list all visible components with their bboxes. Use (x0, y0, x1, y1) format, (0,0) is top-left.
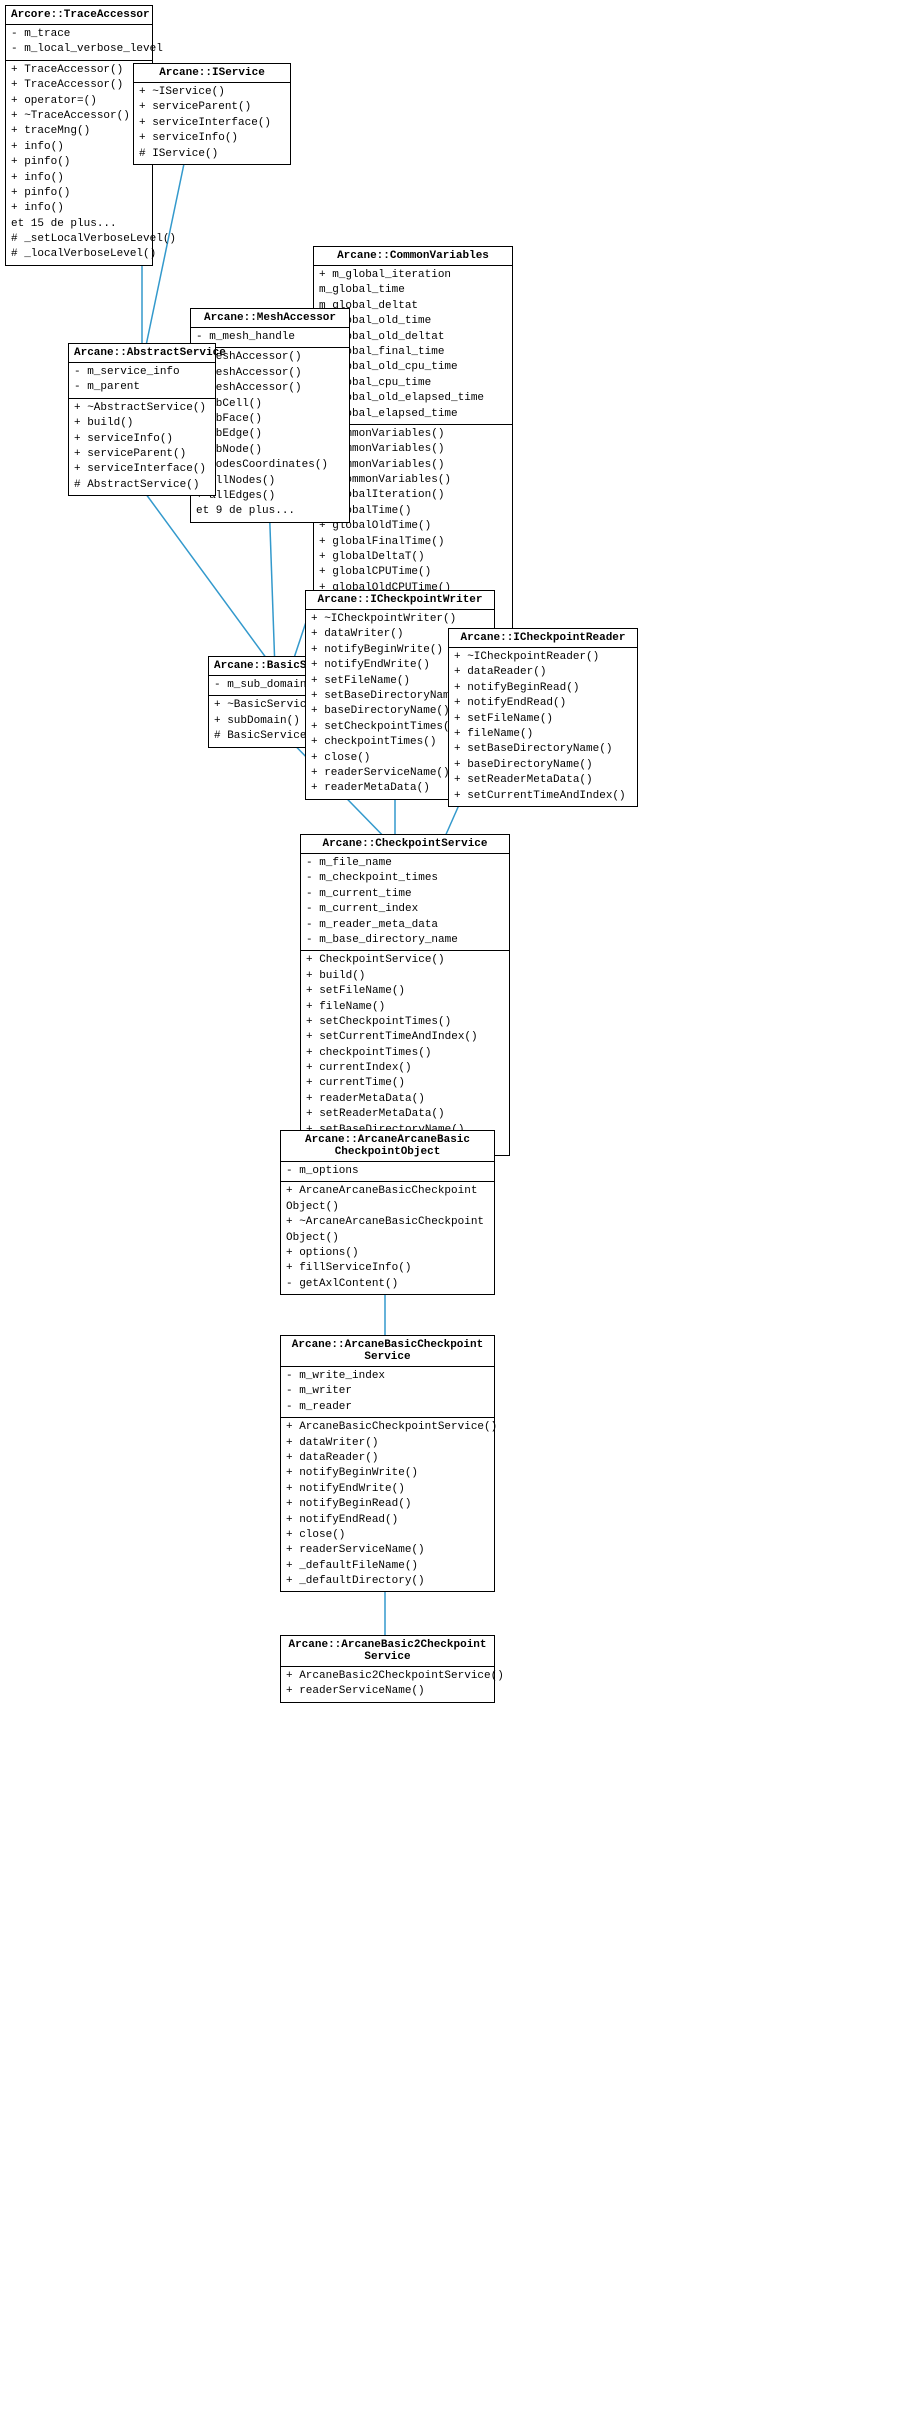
trace-accessor-methods: + TraceAccessor() + TraceAccessor() + op… (6, 61, 152, 265)
abstract-service-box: Arcane::AbstractService - m_service_info… (68, 343, 216, 496)
arcane-basic-checkpoint-object-methods: + ArcaneArcaneBasicCheckpoint Object() +… (281, 1182, 494, 1294)
checkpoint-service-box: Arcane::CheckpointService - m_file_name … (300, 834, 510, 1156)
checkpoint-service-title: Arcane::CheckpointService (301, 835, 509, 854)
icheckpoint-reader-title: Arcane::ICheckpointReader (449, 629, 637, 648)
arcane-basic2-checkpoint-service-box: Arcane::ArcaneBasic2CheckpointService + … (280, 1635, 495, 1703)
icheckpoint-writer-title: Arcane::ICheckpointWriter (306, 591, 494, 610)
arcane-basic-checkpoint-service-fields: - m_write_index - m_writer - m_reader (281, 1367, 494, 1418)
arcane-basic2-checkpoint-service-methods: + ArcaneBasic2CheckpointService() + read… (281, 1667, 494, 1702)
mesh-accessor-title: Arcane::MeshAccessor (191, 309, 349, 328)
checkpoint-service-methods: + CheckpointService() + build() + setFil… (301, 951, 509, 1155)
common-variables-title: Arcane::CommonVariables (314, 247, 512, 266)
icheckpoint-reader-box: Arcane::ICheckpointReader + ~ICheckpoint… (448, 628, 638, 807)
abstract-service-fields: - m_service_info - m_parent (69, 363, 215, 399)
arcane-basic-checkpoint-service-box: Arcane::ArcaneBasicCheckpointService - m… (280, 1335, 495, 1592)
checkpoint-service-fields: - m_file_name - m_checkpoint_times - m_c… (301, 854, 509, 951)
arcane-basic-checkpoint-object-title: Arcane::ArcaneArcaneBasicCheckpointObjec… (281, 1131, 494, 1162)
arcane-basic-checkpoint-object-box: Arcane::ArcaneArcaneBasicCheckpointObjec… (280, 1130, 495, 1295)
abstract-service-title: Arcane::AbstractService (69, 344, 215, 363)
iservice-title: Arcane::IService (134, 64, 290, 83)
arcane-basic2-checkpoint-service-title: Arcane::ArcaneBasic2CheckpointService (281, 1636, 494, 1667)
diagram-container: Arcore::TraceAccessor - m_trace - m_loca… (0, 0, 903, 2429)
arcane-basic-checkpoint-service-methods: + ArcaneBasicCheckpointService() + dataW… (281, 1418, 494, 1591)
icheckpoint-reader-methods: + ~ICheckpointReader() + dataReader() + … (449, 648, 637, 806)
iservice-methods: + ~IService() + serviceParent() + servic… (134, 83, 290, 164)
arcane-basic-checkpoint-object-fields: - m_options (281, 1162, 494, 1182)
trace-accessor-box: Arcore::TraceAccessor - m_trace - m_loca… (5, 5, 153, 266)
arcane-basic-checkpoint-service-title: Arcane::ArcaneBasicCheckpointService (281, 1336, 494, 1367)
abstract-service-methods: + ~AbstractService() + build() + service… (69, 399, 215, 495)
trace-accessor-fields: - m_trace - m_local_verbose_level (6, 25, 152, 61)
iservice-box: Arcane::IService + ~IService() + service… (133, 63, 291, 165)
trace-accessor-title: Arcore::TraceAccessor (6, 6, 152, 25)
